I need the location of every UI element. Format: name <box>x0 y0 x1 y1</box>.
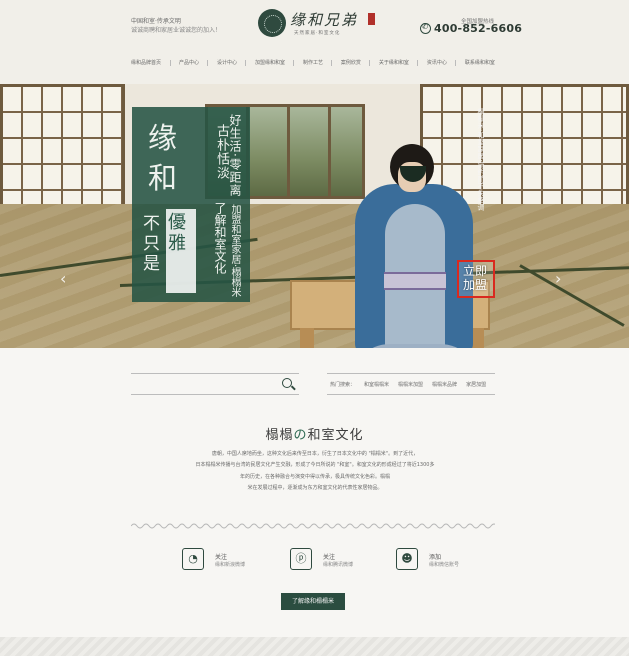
main-nav: 缘和品牌首页 产品中心 设计中心 加盟缘和和室 制作工艺 案例欣赏 关于缘和和室… <box>131 57 495 69</box>
nav-divider <box>207 60 209 66</box>
logo-emblem-icon <box>258 9 286 37</box>
hot-search-item[interactable]: 家居加盟 <box>466 381 486 388</box>
culture-heading-part1: 榻榻 <box>265 428 294 443</box>
nav-item-products[interactable]: 产品中心 <box>179 57 199 69</box>
nav-divider <box>169 60 171 66</box>
chevron-left-icon[interactable]: ‹ <box>60 269 66 288</box>
nav-item-about[interactable]: 关于缘和和室 <box>379 57 409 69</box>
phone-icon <box>420 22 431 34</box>
logo-subtitle: 天然家居·和室文化 <box>294 31 341 36</box>
site-logo[interactable]: 缘和兄弟 天然家居·和室文化 <box>258 7 376 41</box>
nav-divider <box>455 60 457 66</box>
culture-heading-accent: の <box>293 428 308 443</box>
banner-slogan-4: 了解和室文化 <box>213 202 227 274</box>
wechat-icon: ☻ <box>396 548 418 570</box>
banner-slogan-3: 加盟和室家居·榻榻米 <box>229 204 240 298</box>
nav-item-cases[interactable]: 案例欣赏 <box>341 57 361 69</box>
weibo-icon: ◔ <box>182 548 204 570</box>
culture-line: 年的历史，在各种融合与演变中得以传承，极具传统文化色彩。榻榻 <box>239 473 390 480</box>
social-title: 关注 <box>323 554 336 561</box>
nav-item-craft[interactable]: 制作工艺 <box>303 57 323 69</box>
nav-item-join[interactable]: 加盟缘和和室 <box>255 57 285 69</box>
table-leg <box>300 328 314 348</box>
join-now-label[interactable]: 立即加盟 <box>463 264 493 292</box>
hot-search-item[interactable]: 榻榻米品牌 <box>432 381 457 388</box>
banner-kimono-figure <box>350 144 480 348</box>
tencent-weibo-icon: ⓟ <box>290 548 312 570</box>
nav-item-contact[interactable]: 联系缘和和室 <box>465 57 495 69</box>
nav-item-home[interactable]: 缘和品牌首页 <box>131 57 161 69</box>
search-input[interactable] <box>131 373 299 395</box>
tagline-line-2: 诚诚商聘和家居业诚诚您的加入！ <box>131 27 222 34</box>
hot-search-label: 热门搜索： <box>330 381 356 388</box>
banner-sub-right: 優雅 <box>168 212 186 254</box>
header-tagline: 中国和室·传承文明 诚诚商聘和家居业诚诚您的加入！ <box>131 17 221 35</box>
banner-right-text: 榻榻米·和室家居·简约而不失格调 <box>477 108 485 211</box>
nav-divider <box>245 60 247 66</box>
learn-more-button[interactable]: 了解缘和榻榻米 <box>281 593 345 610</box>
culture-line: 米在发展过程中，逐渐成为东方和室文化的代表性家居物品。 <box>247 485 383 492</box>
nav-divider <box>369 60 371 66</box>
culture-line: 唐朝，中国人席地而坐，这种文化后来传至日本，衍生了日本文化中的 "榻榻米"。到了… <box>211 451 419 457</box>
hot-search-item[interactable]: 和室榻榻米 <box>364 381 389 388</box>
figure-obi <box>384 272 446 290</box>
social-title: 添加 <box>429 554 442 561</box>
nav-item-news[interactable]: 资讯中心 <box>427 57 447 69</box>
hot-search-bar: 热门搜索： 和室榻榻米 榻榻米加盟 榻榻米品牌 家居加盟 <box>327 373 495 395</box>
social-desc: 缘和微信账号 <box>429 562 460 568</box>
culture-heading: 榻榻の和室文化 <box>0 424 629 443</box>
banner-sub-left: 不只是 <box>143 214 160 274</box>
nav-divider <box>331 60 333 66</box>
banner-title: 缘和 <box>148 121 178 195</box>
social-desc: 缘和新浪微博 <box>215 562 246 568</box>
social-links: ◔ 关注 缘和新浪微博 ⓟ 关注 缘和腾讯微博 ☻ 添加 缘和微信账号 <box>182 546 482 576</box>
footer-pattern-band <box>0 637 629 656</box>
hero-banner: 缘和 不只是 優雅 好生活·零距离 古朴恬淡 加盟和室家居·榻榻米 了解和室文化… <box>0 84 629 348</box>
culture-heading-part2: 和室文化 <box>307 428 364 443</box>
culture-description: 唐朝，中国人席地而坐，这种文化后来传至日本，衍生了日本文化中的 "榻榻米"。到了… <box>180 449 450 495</box>
hotline-number: 400-852-6606 <box>434 22 523 35</box>
culture-line: 日本榻榻米传播与台湾的民居文化产生交融，形成了今日所说的 "和室"。和室文化的形… <box>195 462 435 469</box>
nav-divider <box>417 60 419 66</box>
banner-shoji-left <box>0 84 125 219</box>
site-header: 中国和室·传承文明 诚诚商聘和家居业诚诚您的加入！ 缘和兄弟 天然家居·和室文化… <box>0 0 629 84</box>
tatami-border <box>519 264 625 327</box>
chevron-right-icon[interactable]: › <box>555 269 561 288</box>
banner-slogan-2: 古朴恬淡 <box>214 124 229 180</box>
social-desc: 缘和腾讯微博 <box>323 562 354 568</box>
logo-seal-icon <box>368 13 375 25</box>
wave-divider <box>131 523 495 529</box>
hot-search-item[interactable]: 榻榻米加盟 <box>398 381 423 388</box>
nav-divider <box>293 60 295 66</box>
social-title: 关注 <box>215 554 228 561</box>
nav-item-design[interactable]: 设计中心 <box>217 57 237 69</box>
tagline-line-1: 中国和室·传承文明 <box>131 18 181 25</box>
search-icon[interactable] <box>282 378 292 388</box>
logo-name: 缘和兄弟 <box>290 11 359 29</box>
